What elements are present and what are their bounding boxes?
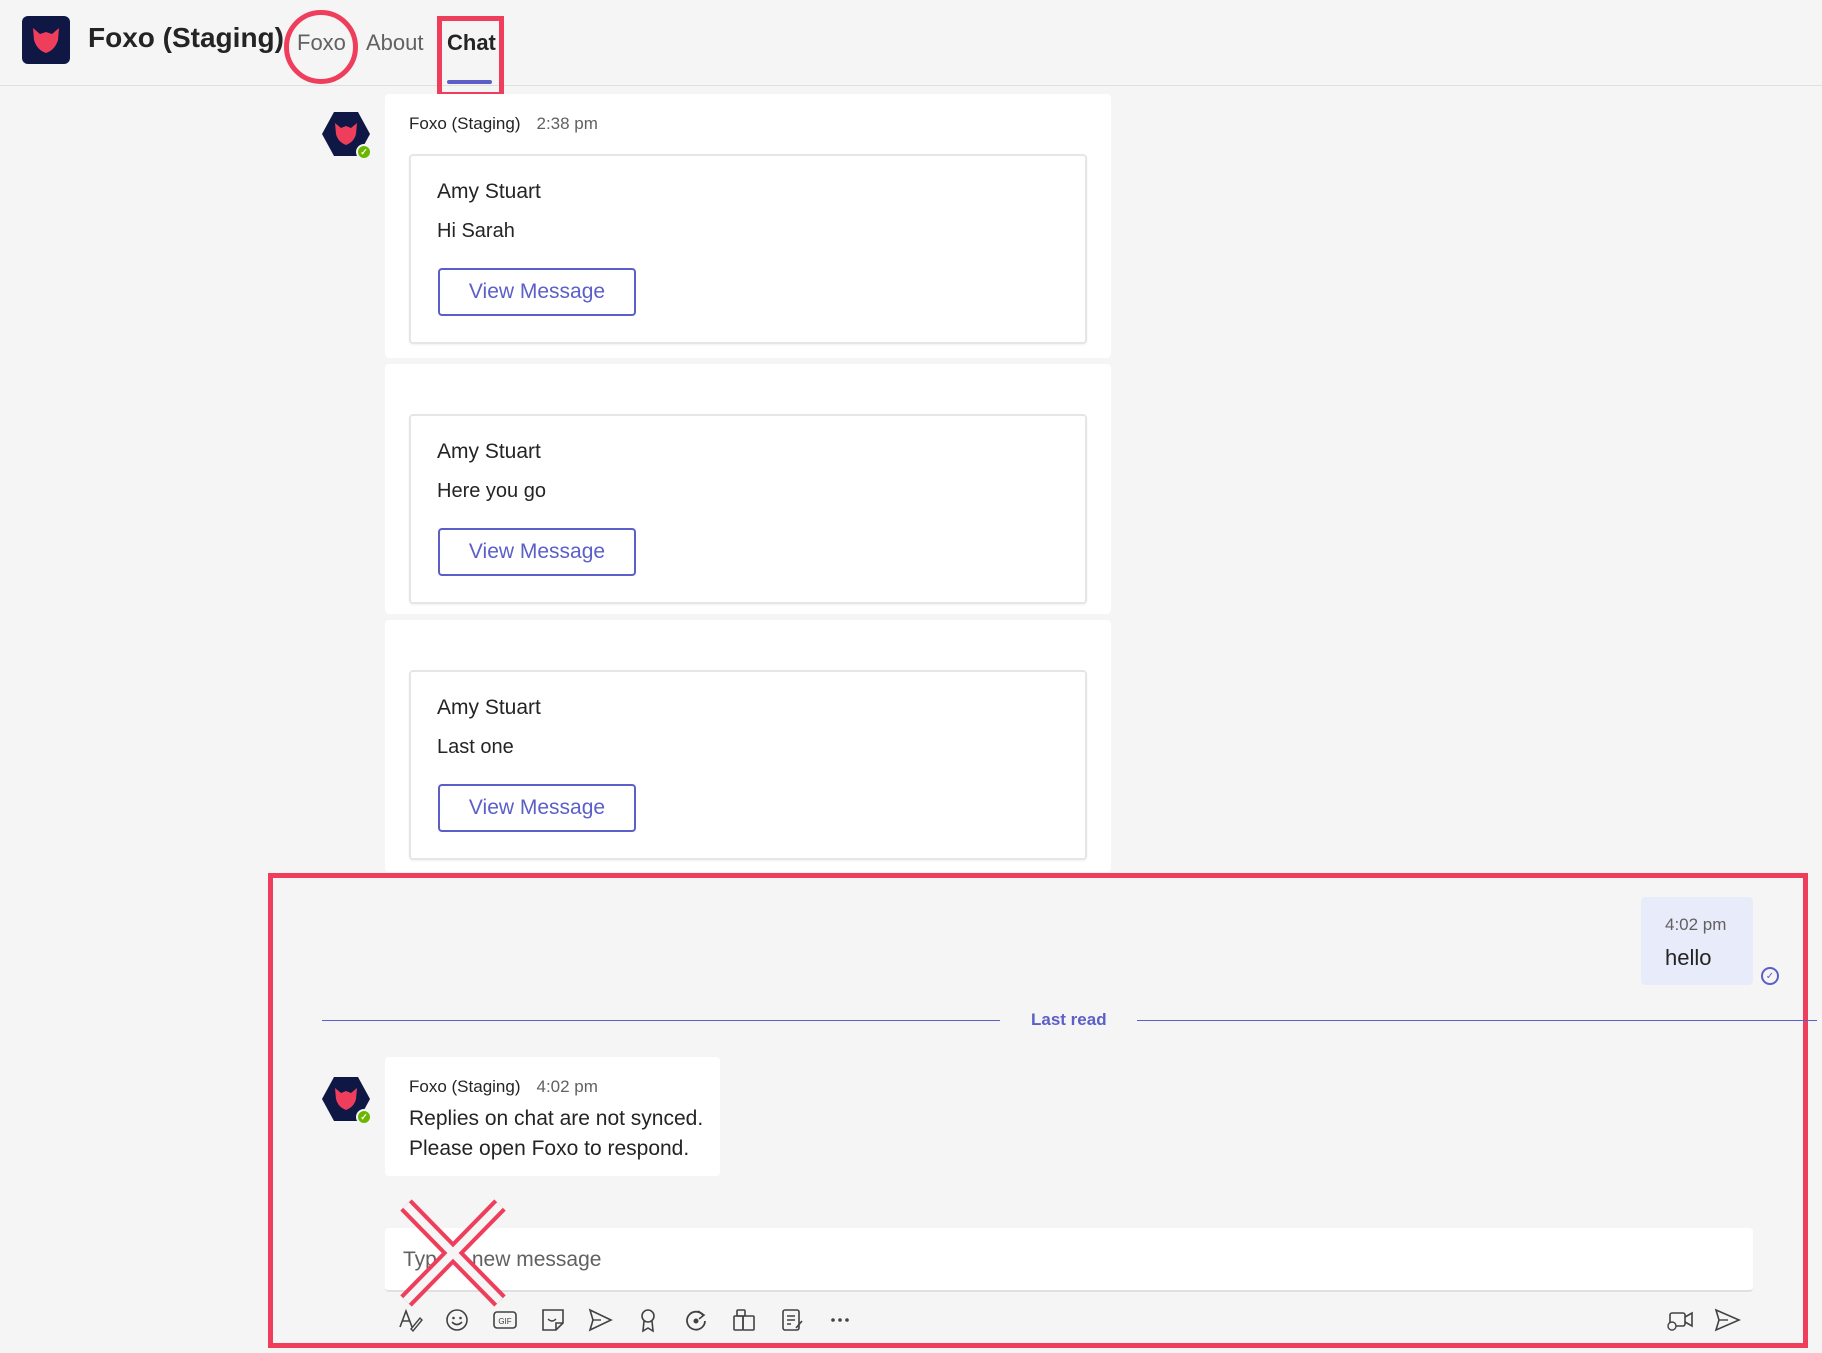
last-read-label: Last read xyxy=(1031,1010,1107,1029)
message-header: Foxo (Staging) 2:38 pm xyxy=(409,114,598,134)
praise-icon[interactable] xyxy=(632,1304,664,1336)
adaptive-card: Amy Stuart Here you go View Message xyxy=(409,414,1087,604)
message-text: hello xyxy=(1665,945,1712,970)
view-message-button[interactable]: View Message xyxy=(438,528,636,576)
message-sender: Foxo (Staging) xyxy=(409,114,521,133)
meet-now-icon[interactable] xyxy=(1664,1304,1696,1336)
schedule-send-icon[interactable] xyxy=(584,1304,616,1336)
message-header: Foxo (Staging) 4:02 pm xyxy=(409,1077,598,1097)
adaptive-card: Amy Stuart Last one View Message xyxy=(409,670,1087,860)
status-available-icon: ✓ xyxy=(356,144,372,160)
sticker-icon[interactable] xyxy=(537,1304,569,1336)
adaptive-card: Amy Stuart Hi Sarah View Message xyxy=(409,154,1087,344)
apps-icon[interactable] xyxy=(728,1304,760,1336)
app-header: Foxo (Staging) Foxo About Chat xyxy=(0,0,1822,86)
card-message-text: Here you go xyxy=(437,480,546,502)
forms-icon[interactable] xyxy=(776,1304,808,1336)
svg-text:GIF: GIF xyxy=(498,1317,511,1326)
gif-icon[interactable]: GIF xyxy=(489,1304,521,1336)
emoji-icon[interactable] xyxy=(441,1304,473,1336)
annotation-cross-icon xyxy=(400,1199,506,1307)
foxo-logo-icon xyxy=(22,16,70,64)
format-icon[interactable] xyxy=(394,1304,426,1336)
reply-text-line: Please open Foxo to respond. xyxy=(409,1137,690,1160)
bot-message: Amy Stuart Here you go View Message xyxy=(385,364,1111,614)
compose-box[interactable] xyxy=(385,1228,1753,1292)
card-sender-name: Amy Stuart xyxy=(437,440,541,463)
view-message-button[interactable]: View Message xyxy=(438,784,636,832)
message-input[interactable] xyxy=(403,1244,1723,1276)
read-receipt-icon: ✓ xyxy=(1761,967,1779,985)
message-time: 2:38 pm xyxy=(536,114,598,133)
bot-message: Foxo (Staging) 2:38 pm Amy Stuart Hi Sara… xyxy=(385,94,1111,358)
app-title: Foxo (Staging) xyxy=(88,22,284,53)
status-available-icon: ✓ xyxy=(356,1109,372,1125)
bot-reply-message: Foxo (Staging) 4:02 pm Replies on chat ar… xyxy=(385,1057,720,1176)
loop-icon[interactable] xyxy=(680,1304,712,1336)
more-icon[interactable] xyxy=(824,1304,856,1336)
divider-line xyxy=(1137,1020,1817,1021)
send-icon[interactable] xyxy=(1711,1304,1743,1336)
bot-message: Amy Stuart Last one View Message xyxy=(385,620,1111,872)
bot-avatar[interactable]: ✓ xyxy=(322,1075,372,1125)
card-message-text: Last one xyxy=(437,736,514,758)
card-message-text: Hi Sarah xyxy=(437,220,515,242)
tab-about[interactable]: About xyxy=(366,30,424,56)
reply-text-line: Replies on chat are not synced. xyxy=(409,1107,704,1130)
card-sender-name: Amy Stuart xyxy=(437,180,541,203)
divider-line xyxy=(322,1020,1000,1021)
annotation-box-chat-tab xyxy=(437,16,504,97)
view-message-button[interactable]: View Message xyxy=(438,268,636,316)
annotation-circle-foxo-tab xyxy=(284,10,358,84)
own-message[interactable]: 4:02 pm hello xyxy=(1641,897,1753,985)
card-sender-name: Amy Stuart xyxy=(437,696,541,719)
message-sender: Foxo (Staging) xyxy=(409,1077,521,1096)
bot-avatar[interactable]: ✓ xyxy=(322,110,372,160)
message-time: 4:02 pm xyxy=(536,1077,598,1096)
message-time: 4:02 pm xyxy=(1665,915,1727,934)
